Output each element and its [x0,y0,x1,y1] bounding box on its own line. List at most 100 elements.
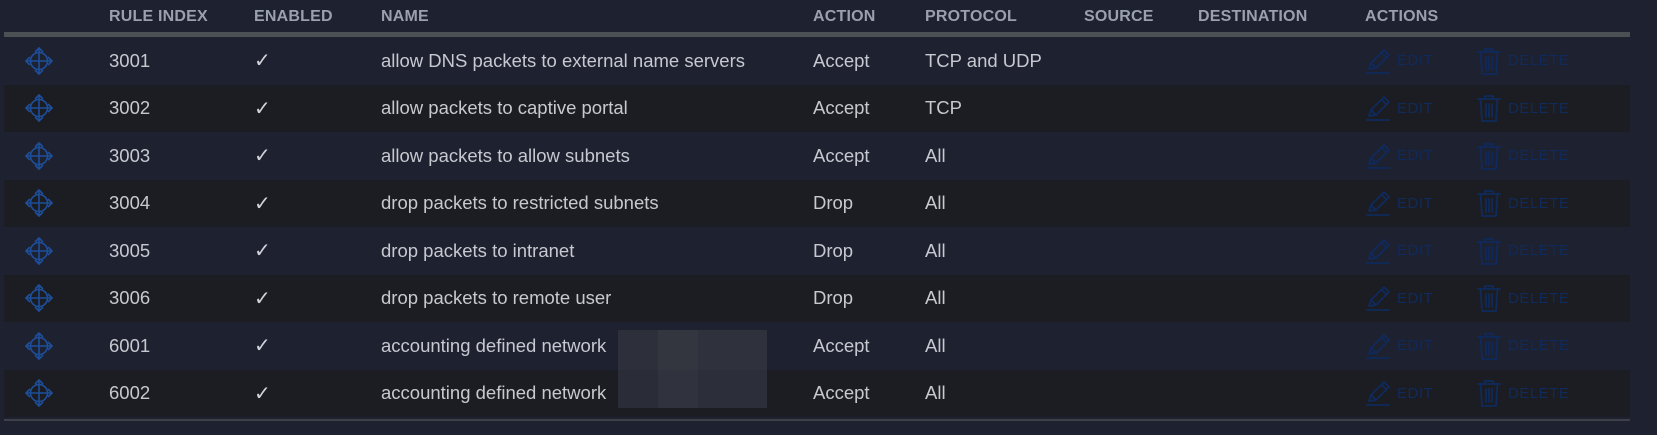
pencil-icon [1366,286,1390,312]
edit-button[interactable]: EDIT [1365,370,1433,418]
rule-index-cell: 3001 [109,49,151,71]
rule-protocol-cell: All [925,144,946,166]
delete-button-label: DELETE [1508,52,1570,70]
trash-icon [1477,190,1501,218]
rule-action-cell: Accept [813,49,870,71]
table-header: RULE INDEX ENABLED NAME ACTION PROTOCOL … [4,0,1630,32]
trash-icon [1477,95,1501,123]
rule-action-cell: Accept [813,382,870,404]
move-arrows-icon[interactable] [24,37,54,85]
trash-icon [1477,285,1501,313]
rule-action-cell: Drop [813,192,854,214]
enabled-check-icon: ✓ [254,335,271,358]
table-row: 3006 ✓ drop packets to remote user Drop … [4,274,1630,323]
delete-button-label: DELETE [1508,384,1570,402]
edit-button-label: EDIT [1397,99,1434,117]
enabled-check-icon: ✓ [254,50,271,73]
edit-button-label: EDIT [1397,337,1434,355]
edit-button[interactable]: EDIT [1365,37,1433,85]
pencil-icon [1366,381,1390,407]
enabled-check-icon: ✓ [254,382,271,405]
rule-index-cell: 6001 [109,334,151,356]
delete-button-label: DELETE [1508,99,1570,117]
rule-action-cell: Drop [813,287,854,309]
header-destination[interactable]: DESTINATION [1198,0,1307,40]
edit-button[interactable]: EDIT [1365,227,1433,275]
rule-protocol-cell: All [925,334,946,356]
header-rule-index[interactable]: RULE INDEX [109,0,208,40]
pencil-icon [1366,48,1390,74]
firewall-rules-table: RULE INDEX ENABLED NAME ACTION PROTOCOL … [4,0,1630,417]
delete-button[interactable]: DELETE [1476,180,1569,228]
move-arrows-icon[interactable] [24,85,54,133]
edit-button[interactable]: EDIT [1365,85,1433,133]
table-row: 3003 ✓ allow packets to allow subnets Ac… [4,132,1630,180]
delete-button-label: DELETE [1508,289,1570,307]
move-arrows-icon[interactable] [24,275,54,323]
edit-button[interactable]: EDIT [1365,132,1433,180]
trash-icon [1477,237,1501,265]
enabled-check-icon: ✓ [254,97,271,120]
delete-button[interactable]: DELETE [1476,227,1569,275]
rule-name-cell: allow packets to allow subnets [381,144,630,166]
delete-button[interactable]: DELETE [1476,370,1569,418]
edit-button-label: EDIT [1397,147,1434,165]
table-row: 6001 ✓ accounting defined network Accept… [4,322,1630,370]
rule-name-cell: drop packets to intranet [381,239,575,261]
delete-button-label: DELETE [1508,194,1570,212]
edit-button-label: EDIT [1397,384,1434,402]
rule-name-cell: accounting defined network [381,382,607,404]
rule-protocol-cell: All [925,239,946,261]
table-row: 6002 ✓ accounting defined network Accept… [4,369,1630,418]
edit-button-label: EDIT [1397,194,1434,212]
delete-button[interactable]: DELETE [1476,132,1569,180]
enabled-check-icon: ✓ [254,287,271,310]
edit-button-label: EDIT [1397,242,1434,260]
pencil-icon [1366,191,1390,217]
redacted-network-names [618,330,767,408]
rule-index-cell: 3003 [109,144,151,166]
rule-name-cell: drop packets to remote user [381,287,612,309]
delete-button[interactable]: DELETE [1476,322,1569,370]
delete-button[interactable]: DELETE [1476,37,1569,85]
rule-index-cell: 3002 [109,97,151,119]
delete-button-label: DELETE [1508,337,1570,355]
rule-protocol-cell: TCP and UDP [925,49,1042,71]
edit-button-label: EDIT [1397,289,1434,307]
rule-name-cell: accounting defined network [381,334,607,356]
trash-icon [1477,47,1501,75]
edit-button[interactable]: EDIT [1365,180,1433,228]
delete-button[interactable]: DELETE [1476,275,1569,323]
pencil-icon [1366,333,1390,359]
header-enabled[interactable]: ENABLED [254,0,333,40]
enabled-check-icon: ✓ [254,240,271,263]
move-arrows-icon[interactable] [24,227,54,275]
trash-icon [1477,380,1501,408]
header-source[interactable]: SOURCE [1084,0,1154,40]
move-arrows-icon[interactable] [24,370,54,418]
header-name[interactable]: NAME [381,0,429,40]
edit-button-label: EDIT [1397,52,1434,70]
move-arrows-icon[interactable] [24,180,54,228]
rule-index-cell: 3004 [109,192,151,214]
table-body: 3001 ✓ allow DNS packets to external nam… [4,37,1630,417]
delete-button-label: DELETE [1508,147,1570,165]
rule-name-cell: drop packets to restricted subnets [381,192,659,214]
pencil-icon [1366,238,1390,264]
table-row: 3004 ✓ drop packets to restricted subnet… [4,179,1630,228]
enabled-check-icon: ✓ [254,145,271,168]
delete-button[interactable]: DELETE [1476,85,1569,133]
trash-icon [1477,142,1501,170]
rule-action-cell: Accept [813,97,870,119]
table-row: 3002 ✓ allow packets to captive portal A… [4,84,1630,133]
header-protocol[interactable]: PROTOCOL [925,0,1017,40]
rule-action-cell: Accept [813,144,870,166]
table-bottom-divider [4,419,1630,421]
rule-protocol-cell: All [925,192,946,214]
move-arrows-icon[interactable] [24,132,54,180]
edit-button[interactable]: EDIT [1365,322,1433,370]
rule-index-cell: 6002 [109,382,151,404]
move-arrows-icon[interactable] [24,322,54,370]
edit-button[interactable]: EDIT [1365,275,1433,323]
header-action[interactable]: ACTION [813,0,876,40]
